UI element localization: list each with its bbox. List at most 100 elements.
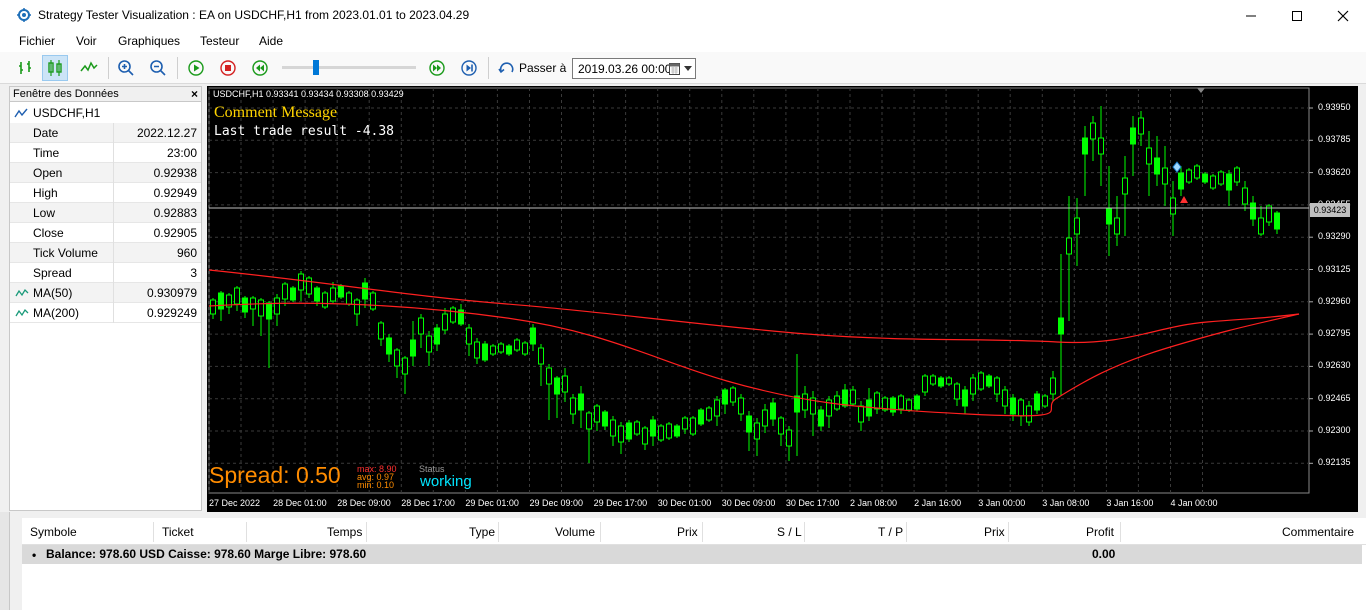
close-icon[interactable]: × <box>191 87 198 101</box>
candle-body <box>298 273 304 291</box>
row-label: High <box>33 186 58 200</box>
slow-down-button[interactable] <box>247 55 273 81</box>
chart-info: USDCHF,H1 0.93341 0.93434 0.93308 0.9342… <box>213 89 404 99</box>
row-label: Open <box>33 166 63 180</box>
skip-forward-icon <box>461 60 477 76</box>
price-axis-label: 0.92300 <box>1318 425 1351 435</box>
speed-slider-track[interactable] <box>282 66 416 69</box>
candle-body <box>1130 127 1136 145</box>
candle-body <box>386 337 392 355</box>
price-axis-label: 0.92135 <box>1318 457 1351 468</box>
price-chart[interactable]: USDCHF,H1 0.93341 0.93434 0.93308 0.9342… <box>207 86 1358 512</box>
candle-body <box>834 395 840 410</box>
menu-aide[interactable]: Aide <box>259 34 283 48</box>
col-tp[interactable]: T / P <box>878 525 903 539</box>
zoom-out-button[interactable] <box>145 55 171 81</box>
candle-body <box>1106 207 1112 225</box>
candle-body <box>354 299 360 315</box>
candle-body <box>626 422 632 440</box>
candle-body <box>306 277 312 295</box>
skip-to-end-button[interactable] <box>456 55 482 81</box>
spread-min: min: 0.10 <box>357 480 395 490</box>
play-button[interactable] <box>183 55 209 81</box>
chevron-down-icon[interactable] <box>684 66 692 71</box>
row-label: MA(200) <box>33 306 80 320</box>
candle-body <box>266 302 272 320</box>
candle-body <box>1122 177 1128 195</box>
data-row-open: Open 0.92938 <box>10 163 201 183</box>
candle-body <box>978 372 984 390</box>
candle-body <box>818 409 824 427</box>
col-profit[interactable]: Profit <box>1086 525 1114 539</box>
candle-body <box>1178 172 1184 190</box>
line-chart-button[interactable] <box>76 55 102 81</box>
candlestick-button[interactable] <box>42 55 68 81</box>
candle-body <box>1010 397 1016 415</box>
menu-testeur[interactable]: Testeur <box>200 34 239 48</box>
candle-body <box>1146 147 1152 165</box>
data-window-symbol: USDCHF,H1 <box>10 103 201 123</box>
candle-body <box>1002 389 1008 407</box>
col-type[interactable]: Type <box>469 525 495 539</box>
balance-row[interactable]: • Balance: 978.60 USD Caisse: 978.60 Mar… <box>22 545 1362 564</box>
calendar-icon[interactable] <box>669 62 680 75</box>
candle-body <box>618 425 624 443</box>
col-prix[interactable]: Prix <box>677 525 698 539</box>
menu-voir[interactable]: Voir <box>76 34 97 48</box>
col-volume[interactable]: Volume <box>555 525 595 539</box>
time-axis-label: 3 Jan 16:00 <box>1106 498 1154 508</box>
candle-body <box>434 327 440 345</box>
candle-body <box>770 402 776 420</box>
candle-body <box>602 411 608 427</box>
menu-graphiques[interactable]: Graphiques <box>118 34 180 48</box>
data-row-spread: Spread 3 <box>10 263 201 283</box>
candle-body <box>1170 197 1176 215</box>
data-row-ma200: MA(200) 0.929249 <box>10 303 201 323</box>
candle-body <box>658 425 664 441</box>
speed-slider-thumb[interactable] <box>312 60 319 75</box>
stop-icon <box>220 60 236 76</box>
candle-body <box>1058 317 1064 335</box>
row-value: 0.929249 <box>146 306 197 320</box>
minimize-icon <box>1246 15 1256 16</box>
toolbox-side-tab[interactable] <box>0 512 10 610</box>
menu-fichier[interactable]: Fichier <box>19 34 55 48</box>
maximize-button[interactable] <box>1274 0 1320 31</box>
candle-body <box>986 375 992 387</box>
speed-up-button[interactable] <box>424 55 450 81</box>
col-temps[interactable]: Temps <box>327 525 362 539</box>
time-axis-label: 28 Dec 17:00 <box>401 498 455 508</box>
price-axis-label: 0.93785 <box>1318 134 1351 145</box>
minimize-button[interactable] <box>1228 0 1274 31</box>
candle-body <box>874 392 880 410</box>
zoom-in-button[interactable] <box>113 55 139 81</box>
trade-exit-marker <box>1180 196 1188 203</box>
col-symbole[interactable]: Symbole <box>30 525 77 539</box>
candle-body <box>1194 165 1200 179</box>
candle-body <box>1242 187 1248 205</box>
bar-chart-button[interactable] <box>13 55 39 81</box>
candle-body <box>778 417 784 435</box>
col-commentaire[interactable]: Commentaire <box>1282 525 1354 539</box>
row-value: 3 <box>190 266 197 280</box>
time-axis-label: 2 Jan 08:00 <box>850 498 898 508</box>
candle-body <box>1082 137 1088 155</box>
candle-body <box>1274 212 1280 230</box>
close-button[interactable] <box>1320 0 1366 31</box>
candle-body <box>338 285 344 298</box>
col-prix-2[interactable]: Prix <box>984 525 1005 539</box>
row-value: 23:00 <box>166 146 197 160</box>
col-sl[interactable]: S / L <box>777 525 802 539</box>
goto-button[interactable] <box>494 55 520 81</box>
candle-body <box>450 307 456 323</box>
col-ticket[interactable]: Ticket <box>162 525 194 539</box>
indicator-icon <box>15 308 29 317</box>
trade-entry-marker <box>1172 161 1182 173</box>
candle-body <box>858 405 864 423</box>
chart-canvas <box>208 87 1313 494</box>
stop-button[interactable] <box>215 55 241 81</box>
row-label: Low <box>33 206 56 220</box>
goto-date-picker[interactable]: 2019.03.26 00:00 <box>572 58 696 79</box>
play-icon <box>188 60 204 76</box>
rewind-icon <box>252 60 268 76</box>
